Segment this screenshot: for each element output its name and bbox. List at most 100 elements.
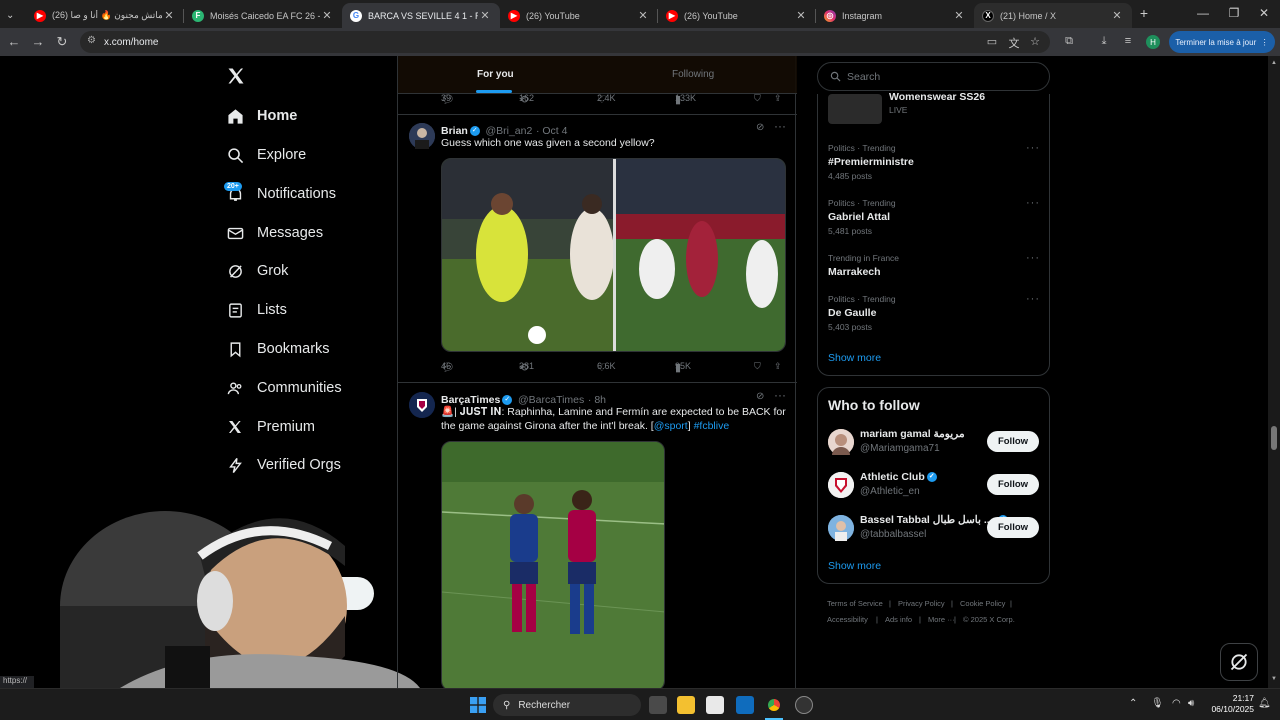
close-tab-icon[interactable]: ✕: [952, 9, 966, 22]
back-button[interactable]: ←: [6, 34, 22, 49]
address-bar[interactable]: ⚙ x.com/home: [80, 31, 1050, 53]
maximize-button[interactable]: ❐: [1226, 6, 1242, 20]
x-logo-icon[interactable]: [226, 66, 248, 88]
close-tab-icon[interactable]: ✕: [162, 9, 176, 22]
trend-title[interactable]: De Gaulle: [828, 307, 876, 319]
nav-home[interactable]: Home: [226, 101, 297, 131]
avatar[interactable]: [828, 472, 854, 498]
volume-icon[interactable]: 🔊︎: [1188, 698, 1194, 709]
live-title[interactable]: Womenswear SS26: [889, 91, 985, 103]
browser-tab-2[interactable]: F Moisés Caicedo EA FC 26 - 87 ✕: [184, 3, 342, 28]
more-options-icon[interactable]: ···: [1026, 197, 1040, 209]
install-app-icon[interactable]: ▭: [984, 35, 1000, 48]
update-button[interactable]: Terminer la mise à jour ⋮: [1169, 31, 1275, 53]
footer-link-accessibility[interactable]: Accessibility: [827, 615, 868, 624]
tray-overflow-icon[interactable]: ⌃: [1129, 698, 1137, 709]
footer-link-privacy[interactable]: Privacy Policy: [898, 599, 945, 608]
hashtag-link[interactable]: #fcblive: [694, 420, 730, 432]
avatar[interactable]: [828, 429, 854, 455]
nav-grok[interactable]: Grok: [226, 256, 288, 286]
follow-button[interactable]: Follow: [987, 517, 1039, 538]
wifi-icon[interactable]: ◠: [1172, 698, 1181, 709]
nav-premium[interactable]: Premium: [226, 412, 315, 442]
share-icon[interactable]: ⇪: [774, 93, 782, 104]
app-icon[interactable]: [795, 696, 813, 714]
follow-button[interactable]: Follow: [987, 474, 1039, 495]
tab-following[interactable]: Following: [672, 69, 714, 80]
close-tab-icon[interactable]: ✕: [794, 9, 808, 22]
chrome-icon[interactable]: [765, 696, 783, 714]
more-options-icon[interactable]: ···: [1026, 142, 1040, 154]
browser-tab-4[interactable]: ▶ (26) YouTube ✕: [500, 3, 658, 28]
browser-tab-1[interactable]: ▶ (26) ماتش مجنون 🔥 أنا و صا... ✕: [26, 3, 184, 28]
close-tab-icon[interactable]: ✕: [636, 9, 650, 22]
share-icon[interactable]: ⇪: [774, 361, 782, 372]
bookmark-star-icon[interactable]: ☆: [1027, 35, 1043, 48]
tab-search-button[interactable]: ⌄: [0, 3, 26, 28]
extensions-icon[interactable]: ⧉: [1061, 35, 1077, 48]
nav-bookmarks[interactable]: Bookmarks: [226, 334, 330, 364]
trend-title[interactable]: Gabriel Attal: [828, 211, 890, 223]
nav-lists[interactable]: Lists: [226, 295, 287, 325]
suggested-user-name[interactable]: mariam gamal مريومة: [860, 428, 965, 440]
reload-button[interactable]: ↻: [54, 34, 70, 50]
nav-notifications[interactable]: Notifications: [226, 179, 336, 209]
tweet-media[interactable]: [441, 441, 665, 688]
forward-button[interactable]: →: [30, 34, 46, 49]
taskbar-clock[interactable]: 21:17 06/10/2025: [1206, 693, 1254, 715]
footer-link-ads[interactable]: Ads info: [885, 615, 912, 624]
taskbar-search-input[interactable]: ⚲ Rechercher: [493, 694, 641, 716]
download-icon[interactable]: ⤓: [1096, 35, 1112, 48]
page-scrollbar[interactable]: ▲ ▼: [1268, 56, 1280, 688]
bookmark-tweet-icon[interactable]: ⛉: [754, 361, 761, 372]
avatar[interactable]: [828, 515, 854, 541]
microphone-icon[interactable]: 🎙︎: [1151, 698, 1164, 709]
close-tab-icon[interactable]: ✕: [320, 9, 334, 22]
who-to-follow-show-more-link[interactable]: Show more: [828, 560, 881, 572]
close-window-button[interactable]: ✕: [1256, 6, 1272, 20]
media-control-icon[interactable]: ≡: [1120, 35, 1136, 47]
task-view-icon[interactable]: [649, 696, 667, 714]
more-options-icon[interactable]: ···: [774, 119, 786, 133]
site-info-icon[interactable]: ⚙: [87, 35, 96, 46]
grok-floating-button[interactable]: [1220, 643, 1258, 681]
avatar[interactable]: [409, 392, 435, 418]
minimize-button[interactable]: —: [1195, 6, 1211, 20]
nav-communities[interactable]: Communities: [226, 373, 342, 403]
suggested-user-name[interactable]: Athletic Club ✓: [860, 471, 939, 483]
live-thumbnail[interactable]: [828, 94, 882, 124]
nav-messages[interactable]: Messages: [226, 218, 323, 248]
close-tab-icon[interactable]: ✕: [1110, 9, 1124, 22]
microsoft-store-icon[interactable]: [706, 696, 724, 714]
trend-title[interactable]: Marrakech: [828, 266, 881, 278]
tweet-media[interactable]: [441, 158, 786, 352]
notification-center-icon[interactable]: 🔔︎: [1258, 698, 1271, 709]
browser-tab-3[interactable]: G BARCA VS SEVILLE 4 1 - Recher ✕: [342, 3, 500, 28]
scrollbar-thumb[interactable]: [1271, 426, 1277, 450]
tab-for-you[interactable]: For you: [477, 69, 514, 80]
mention-link[interactable]: @sport: [654, 420, 688, 432]
nav-explore[interactable]: Explore: [226, 140, 306, 170]
browser-tab-5[interactable]: ▶ (26) YouTube ✕: [658, 3, 816, 28]
bookmark-tweet-icon[interactable]: ⛉: [754, 93, 761, 104]
avatar[interactable]: [409, 123, 435, 149]
trends-show-more-link[interactable]: Show more: [828, 352, 881, 364]
browser-tab-6[interactable]: ◎ Instagram ✕: [816, 3, 974, 28]
scroll-up-arrow-icon[interactable]: ▲: [1271, 60, 1277, 66]
more-options-icon[interactable]: ···: [774, 388, 786, 402]
more-options-icon[interactable]: ···: [1026, 293, 1040, 305]
windows-start-icon[interactable]: [470, 697, 486, 713]
translate-icon[interactable]: 文: [1006, 35, 1022, 51]
footer-link-cookie[interactable]: Cookie Policy: [960, 599, 1005, 608]
grok-tweet-icon[interactable]: ⊘: [756, 122, 764, 133]
browser-tab-7[interactable]: X (21) Home / X ✕: [974, 3, 1132, 28]
footer-link-terms[interactable]: Terms of Service: [827, 599, 883, 608]
trend-title[interactable]: #Premierministre: [828, 156, 914, 168]
file-explorer-icon[interactable]: [677, 696, 695, 714]
outlook-icon[interactable]: [736, 696, 754, 714]
new-tab-button[interactable]: +: [1136, 5, 1152, 21]
footer-more-link[interactable]: More ···: [928, 615, 955, 624]
profile-avatar[interactable]: H: [1146, 35, 1160, 49]
nav-verified-orgs[interactable]: Verified Orgs: [226, 450, 341, 480]
more-options-icon[interactable]: ···: [1026, 252, 1040, 264]
